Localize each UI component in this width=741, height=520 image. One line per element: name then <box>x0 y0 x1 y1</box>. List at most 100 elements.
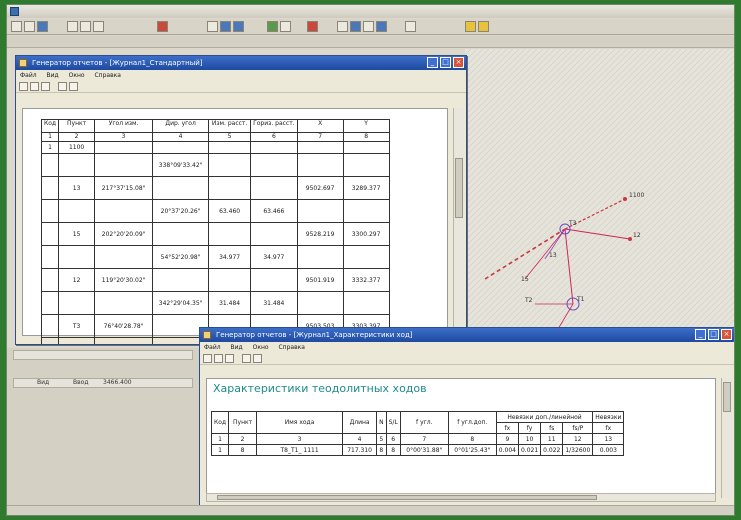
table-cell-y: 3332.377 <box>342 268 390 292</box>
close-icon[interactable]: × <box>453 57 464 68</box>
zoom-out-icon[interactable] <box>233 21 244 32</box>
polygon-icon[interactable] <box>363 21 374 32</box>
table-cell-point <box>58 153 96 177</box>
characteristics-table: Код Пункт Имя хода Длина N S/L f угл. f … <box>210 411 625 456</box>
panel-value[interactable]: 3466.400 <box>103 379 132 386</box>
menu-file[interactable]: Файл <box>20 72 37 79</box>
window-menubar: Файл Вид Окно Справка <box>16 70 466 81</box>
table-cell: 0.021 <box>517 444 542 456</box>
table-cell: 8 <box>376 444 387 456</box>
table-cell-angle: 217°37'15.08" <box>94 176 154 200</box>
column-number-cell: 9 <box>495 433 519 445</box>
new-file-icon[interactable] <box>11 21 22 32</box>
window-titlebar[interactable]: Генератор отчетов - [Журнал1_Стандартный… <box>16 56 466 70</box>
window-titlebar[interactable]: Генератор отчетов - [Журнал1_Характерист… <box>200 328 734 342</box>
line-icon[interactable] <box>350 21 361 32</box>
minimize-icon[interactable]: _ <box>427 57 438 68</box>
table-cell-dir: 338°09'33.42" <box>152 153 210 177</box>
column-number-cell: 2 <box>58 132 96 142</box>
report-icon[interactable] <box>465 21 476 32</box>
header-cell: fy <box>517 422 542 434</box>
minimize-icon[interactable]: _ <box>695 329 706 340</box>
column-number-cell: 7 <box>296 132 344 142</box>
table-cell-point: 12 <box>58 268 96 292</box>
table-cell-y: 3289.377 <box>342 176 390 200</box>
table-cell-meas <box>208 153 252 177</box>
pointer-icon[interactable] <box>157 21 168 32</box>
new-report-icon[interactable] <box>19 82 28 91</box>
save-report-icon[interactable] <box>41 82 50 91</box>
main-toolbar <box>7 19 734 35</box>
open-report-icon[interactable] <box>30 82 39 91</box>
maximize-icon[interactable]: □ <box>708 329 719 340</box>
paste-icon[interactable] <box>93 21 104 32</box>
scrollbar-thumb[interactable] <box>455 158 463 218</box>
table-cell-angle <box>94 245 154 269</box>
report-title: Характеристики теодолитных ходов <box>213 382 427 395</box>
open-file-icon[interactable] <box>24 21 35 32</box>
table-cell-code <box>40 222 60 246</box>
preview-icon[interactable] <box>242 354 251 363</box>
traverse-icon[interactable] <box>376 21 387 32</box>
map-point-label: 13 <box>549 252 557 259</box>
map-point-label: T3 <box>568 220 577 227</box>
table-cell-point: 1100 <box>58 141 96 154</box>
help-icon[interactable] <box>478 21 489 32</box>
preview-icon[interactable] <box>58 82 67 91</box>
table-cell: 8 <box>228 444 258 456</box>
table-cell-hor: 31.484 <box>250 291 298 315</box>
header-cell: Код <box>40 119 60 133</box>
select-icon[interactable] <box>207 21 218 32</box>
horizontal-scrollbar[interactable] <box>206 493 716 502</box>
menu-view[interactable]: Вид <box>47 72 59 79</box>
header-cell: Дир. угол <box>152 119 210 133</box>
measure-icon[interactable] <box>307 21 318 32</box>
table-cell-y: 3300.297 <box>342 222 390 246</box>
table-cell-angle: 119°20'30.02" <box>94 268 154 292</box>
cut-icon[interactable] <box>67 21 78 32</box>
table-cell-meas: 31.484 <box>208 291 252 315</box>
zoom-in-icon[interactable] <box>220 21 231 32</box>
copy-icon[interactable] <box>80 21 91 32</box>
menu-file[interactable]: Файл <box>204 344 221 351</box>
menu-help[interactable]: Справка <box>278 344 304 351</box>
print-icon[interactable] <box>253 354 262 363</box>
table-cell-angle <box>94 337 154 344</box>
new-report-icon[interactable] <box>203 354 212 363</box>
save-icon[interactable] <box>37 21 48 32</box>
header-cell: Невязки <box>592 411 625 423</box>
table-cell-meas: 63.460 <box>208 199 252 223</box>
table-cell-dir <box>152 268 210 292</box>
report-window-journal[interactable]: Генератор отчетов - [Журнал1_Стандартный… <box>15 55 467 345</box>
scrollbar-thumb[interactable] <box>217 495 597 500</box>
menu-view[interactable]: Вид <box>231 344 243 351</box>
layers-icon[interactable] <box>267 21 278 32</box>
menu-help[interactable]: Справка <box>94 72 120 79</box>
close-icon[interactable]: × <box>721 329 732 340</box>
table-cell-dir: 54°52'20.98" <box>152 245 210 269</box>
panel-strip <box>13 350 193 360</box>
open-report-icon[interactable] <box>214 354 223 363</box>
report-window-characteristics[interactable]: Генератор отчетов - [Журнал1_Характерист… <box>199 327 734 507</box>
maximize-icon[interactable]: □ <box>440 57 451 68</box>
vertical-scrollbar[interactable] <box>721 378 732 498</box>
table-cell-meas <box>208 268 252 292</box>
window-icon <box>19 59 27 67</box>
vertical-scrollbar[interactable] <box>453 108 464 336</box>
save-report-icon[interactable] <box>225 354 234 363</box>
table-cell-x <box>296 245 344 269</box>
scrollbar-thumb[interactable] <box>723 382 731 412</box>
table-icon[interactable] <box>405 21 416 32</box>
table-cell-angle <box>94 141 154 154</box>
table-cell-hor <box>250 222 298 246</box>
panel-label-input: Ввод <box>73 379 89 386</box>
menu-window[interactable]: Окно <box>253 344 269 351</box>
map-point-label: 15 <box>521 276 529 283</box>
print-icon[interactable] <box>69 82 78 91</box>
menu-window[interactable]: Окно <box>69 72 85 79</box>
header-cell: N <box>376 411 387 434</box>
window-title: Генератор отчетов - [Журнал1_Характерист… <box>216 331 413 339</box>
table-cell: 8 <box>385 444 401 456</box>
grid-icon[interactable] <box>280 21 291 32</box>
point-icon[interactable] <box>337 21 348 32</box>
